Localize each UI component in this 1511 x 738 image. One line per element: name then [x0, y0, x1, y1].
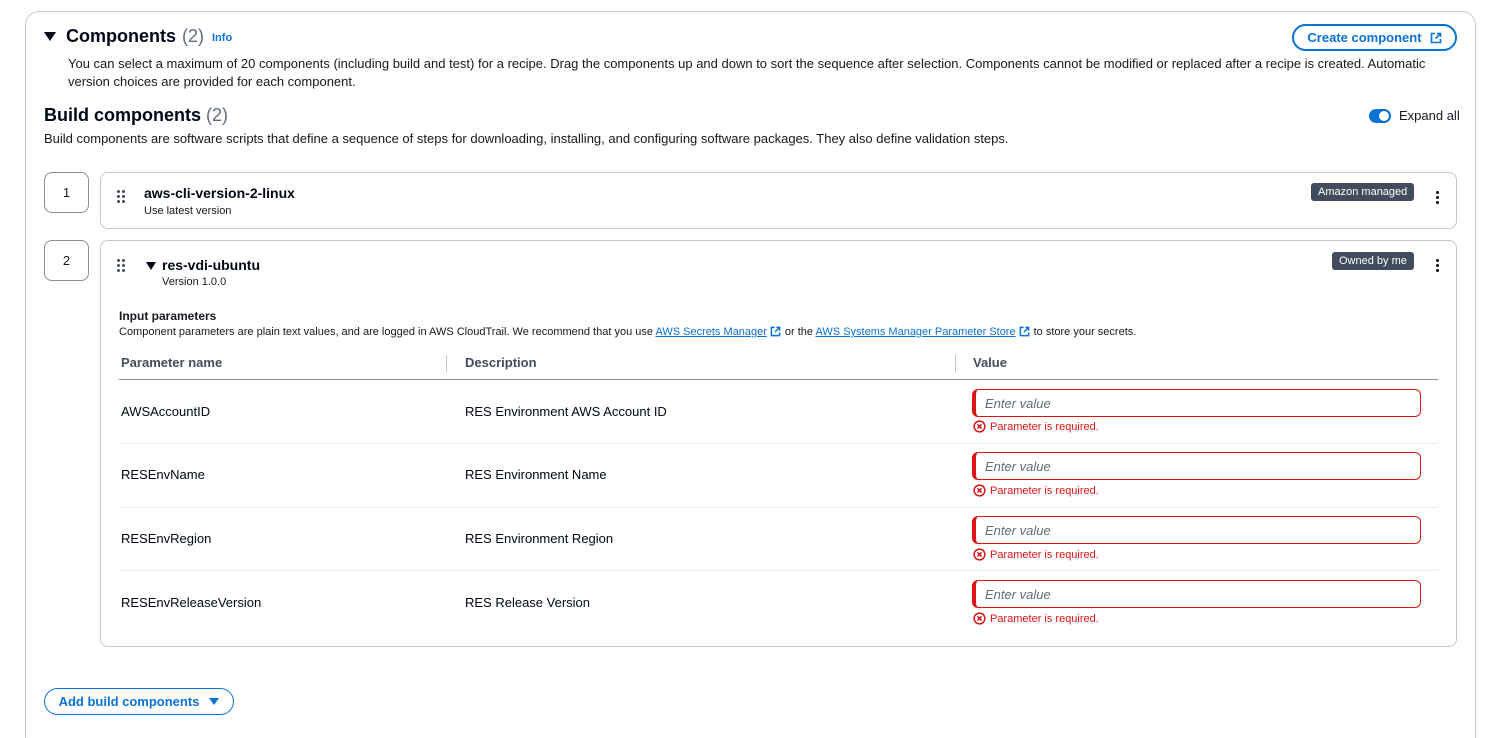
components-header[interactable]: Components (2) Info — [44, 26, 232, 47]
create-component-label: Create component — [1307, 30, 1422, 45]
column-header-parameter-name: Parameter name — [121, 355, 223, 370]
desc-prefix: Component parameters are plain text valu… — [119, 326, 656, 338]
input-parameters-description: Component parameters are plain text valu… — [119, 326, 1136, 338]
row-divider — [119, 507, 1438, 508]
component-card-aws-cli: aws-cli-version-2-linux Use latest versi… — [100, 172, 1457, 229]
param-value-input[interactable]: Enter value — [972, 389, 1421, 417]
drag-handle-icon[interactable] — [117, 259, 125, 272]
amazon-managed-badge: Amazon managed — [1311, 183, 1415, 201]
external-link-icon — [770, 326, 781, 337]
component-index-1: 1 — [44, 172, 89, 213]
components-title: Components — [66, 26, 176, 46]
component-name: aws-cli-version-2-linux — [144, 185, 295, 201]
param-error: Parameter is required. — [973, 484, 1099, 497]
column-divider — [446, 355, 447, 372]
expand-all-label: Expand all — [1399, 108, 1460, 123]
column-header-description: Description — [465, 355, 537, 370]
param-description-cell: RES Release Version — [465, 595, 591, 610]
param-description-cell: RES Environment AWS Account ID — [465, 404, 667, 419]
input-parameters-title: Input parameters — [119, 309, 217, 323]
param-name-cell: RESEnvRegion — [121, 531, 212, 546]
components-count: (2) — [182, 26, 204, 46]
param-name-cell: RESEnvReleaseVersion — [121, 595, 262, 610]
desc-suffix: to store your secrets. — [1033, 326, 1137, 338]
param-value-input[interactable]: Enter value — [972, 516, 1421, 544]
add-build-components-button[interactable]: Add build components — [44, 688, 234, 715]
param-error: Parameter is required. — [973, 612, 1099, 625]
more-actions-icon[interactable] — [1436, 259, 1440, 273]
create-component-button[interactable]: Create component — [1292, 24, 1457, 51]
param-error: Parameter is required. — [973, 548, 1099, 561]
param-value-input[interactable]: Enter value — [972, 580, 1421, 608]
owned-by-me-badge: Owned by me — [1332, 252, 1414, 270]
more-actions-icon[interactable] — [1436, 191, 1440, 205]
external-link-icon — [1019, 326, 1029, 337]
secrets-manager-link[interactable]: AWS Secrets Manager — [655, 326, 766, 338]
table-header-divider — [119, 379, 1438, 380]
build-components-header: Build components (2) — [44, 105, 228, 126]
expand-all-toggle[interactable]: Expand all — [1369, 108, 1460, 123]
caret-down-icon — [209, 698, 220, 705]
error-icon — [973, 484, 986, 497]
row-divider — [119, 570, 1438, 571]
parameter-store-link[interactable]: AWS Systems Manager Parameter Store — [815, 326, 1015, 338]
error-text: Parameter is required. — [990, 612, 1099, 625]
external-link-icon — [1430, 32, 1441, 43]
error-text: Parameter is required. — [990, 548, 1099, 561]
build-components-description: Build components are software scripts th… — [44, 131, 1009, 146]
error-icon — [973, 548, 986, 561]
param-description-cell: RES Environment Region — [465, 531, 614, 546]
param-name-cell: AWSAccountID — [121, 404, 211, 419]
error-text: Parameter is required. — [990, 484, 1099, 497]
desc-middle: or the — [784, 326, 816, 338]
collapse-caret-icon[interactable] — [146, 262, 156, 270]
param-name-cell: RESEnvName — [121, 467, 205, 482]
param-description-cell: RES Environment Name — [465, 467, 607, 482]
param-value-input[interactable]: Enter value — [972, 452, 1421, 480]
drag-handle-icon[interactable] — [117, 190, 125, 203]
column-header-value: Value — [973, 355, 1007, 370]
error-icon — [973, 612, 986, 625]
column-divider — [955, 355, 956, 372]
components-description: You can select a maximum of 20 component… — [68, 56, 1426, 89]
param-error: Parameter is required. — [973, 420, 1099, 433]
error-icon — [973, 420, 986, 433]
build-components-title: Build components — [44, 105, 201, 125]
component-version: Version 1.0.0 — [162, 276, 227, 288]
build-components-count: (2) — [206, 105, 228, 125]
info-link[interactable]: Info — [212, 32, 232, 44]
component-version: Use latest version — [144, 205, 232, 217]
toggle-switch[interactable] — [1369, 108, 1391, 123]
caret-down-icon[interactable] — [44, 32, 56, 41]
add-build-components-label: Add build components — [58, 694, 200, 709]
component-index-2: 2 — [44, 240, 89, 281]
row-divider — [119, 443, 1438, 444]
component-name: res-vdi-ubuntu — [162, 257, 260, 273]
error-text: Parameter is required. — [990, 420, 1099, 433]
